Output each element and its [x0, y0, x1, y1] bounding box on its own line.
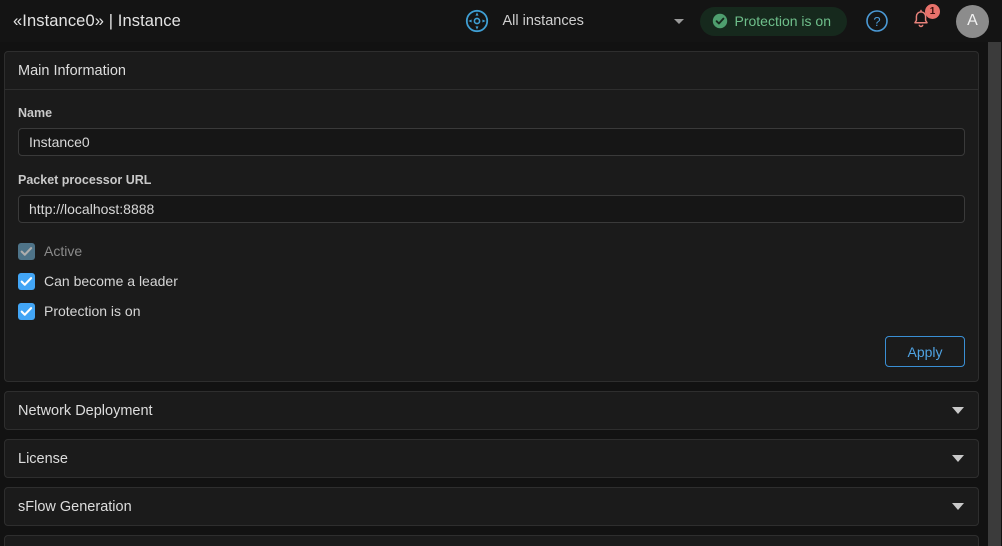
panel-main-information-body: Name Packet processor URL Active	[5, 90, 978, 381]
checkbox-row-active: Active	[18, 240, 965, 262]
panel-license-header[interactable]: License	[5, 440, 978, 477]
field-name-label: Name	[18, 106, 53, 120]
chevron-down-icon[interactable]	[952, 407, 964, 414]
packet-processor-url-input[interactable]	[18, 195, 965, 223]
panel-license-title: License	[18, 450, 68, 467]
instance-scope-select[interactable]: All instances	[503, 13, 688, 29]
chevron-down-icon[interactable]	[952, 503, 964, 510]
page-content: Main Information Name Packet processor U…	[0, 42, 1002, 546]
name-input[interactable]	[18, 128, 965, 156]
compass-logo-icon	[465, 9, 489, 33]
panel-network-deployment-header[interactable]: Network Deployment	[5, 392, 978, 429]
panel-sflow-generation: sFlow Generation	[4, 487, 979, 526]
checkbox-can-become-a-leader[interactable]	[18, 272, 35, 290]
checkbox-row-protection-is-on[interactable]: Protection is on	[18, 300, 965, 322]
panel-gre-tunnel-with-external-service-header[interactable]: GRE Tunnel with External Service	[5, 536, 978, 546]
panel-network-deployment-title: Network Deployment	[18, 402, 153, 419]
panel-gre-tunnel-with-external-service: GRE Tunnel with External Service	[4, 535, 979, 546]
chevron-down-icon[interactable]	[952, 455, 964, 462]
panel-actions: Apply	[18, 336, 965, 367]
checkbox-can-become-a-leader-label: Can become a leader	[44, 273, 178, 289]
panel-main-information: Main Information Name Packet processor U…	[4, 51, 979, 382]
checkbox-protection-is-on-label: Protection is on	[44, 303, 141, 319]
notification-count-badge: 1	[925, 4, 940, 19]
checkbox-row-can-become-a-leader[interactable]: Can become a leader	[18, 270, 965, 292]
notifications-button[interactable]: 1	[910, 4, 940, 33]
field-packet-processor-url: Packet processor URL	[18, 173, 965, 223]
panel-license: License	[4, 439, 979, 478]
avatar-initial: A	[967, 12, 978, 29]
checkbox-active-label: Active	[44, 243, 83, 259]
checkbox-protection-is-on[interactable]	[18, 302, 35, 320]
panel-sflow-generation-header[interactable]: sFlow Generation	[5, 488, 978, 525]
page-title: «Instance0» | Instance	[13, 11, 181, 30]
panel-main-information-title: Main Information	[18, 62, 126, 79]
avatar[interactable]: A	[956, 4, 989, 38]
check-circle-icon	[712, 13, 728, 29]
question-circle-icon[interactable]: ?	[865, 9, 889, 33]
field-name: Name	[18, 106, 965, 156]
panel-network-deployment: Network Deployment	[4, 391, 979, 430]
panel-main-information-header[interactable]: Main Information	[5, 52, 978, 89]
chevron-down-icon	[673, 18, 684, 24]
checkbox-active	[18, 242, 35, 260]
protection-status-badge[interactable]: Protection is on	[699, 6, 847, 36]
instance-scope-value: All instances	[502, 13, 584, 29]
field-packet-processor-url-label: Packet processor URL	[18, 173, 152, 187]
panel-sflow-generation-title: sFlow Generation	[18, 498, 132, 515]
page-scrollbar[interactable]	[987, 42, 1002, 546]
page-scrollbar-thumb[interactable]	[988, 42, 1001, 546]
apply-button[interactable]: Apply	[885, 336, 965, 367]
svg-text:?: ?	[873, 14, 880, 29]
protection-status-label: Protection is on	[734, 13, 832, 29]
app-header: «Instance0» | Instance All instances Pro…	[0, 0, 1002, 42]
